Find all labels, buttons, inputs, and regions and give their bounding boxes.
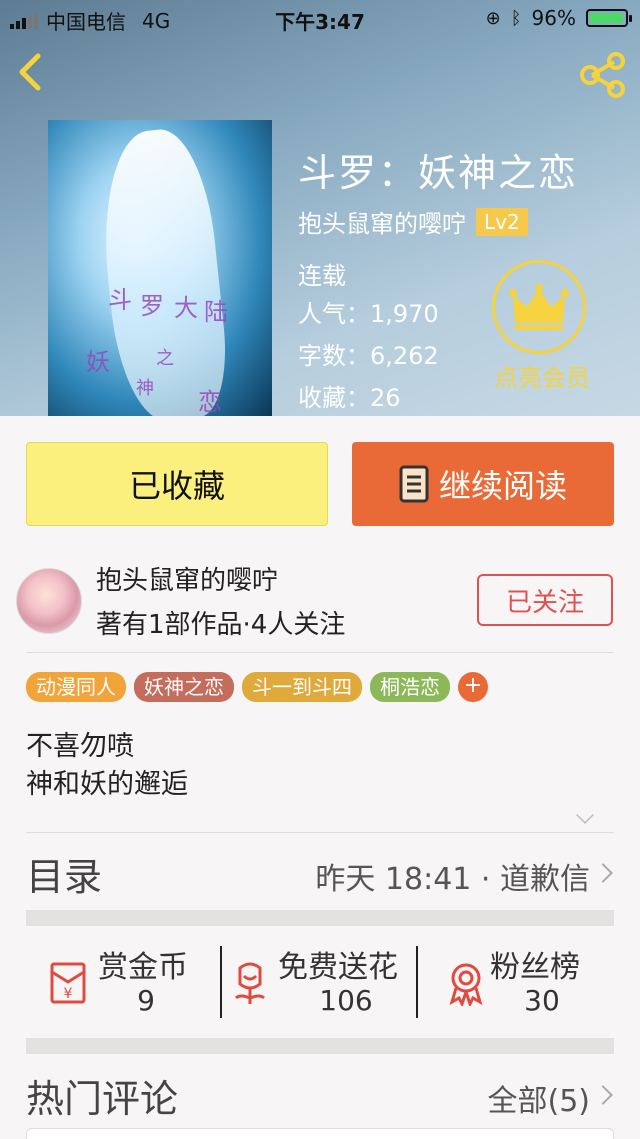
- free-flowers-label: 免费送花: [278, 950, 398, 985]
- book-icon: [399, 465, 429, 503]
- table-of-contents-row[interactable]: 目录 昨天 18:41 · 道歉信: [26, 846, 614, 902]
- free-flowers-value: 106: [319, 984, 373, 1017]
- free-flowers[interactable]: 免费送花 106: [222, 928, 416, 1026]
- book-title: 斗罗：妖神之恋: [298, 151, 579, 195]
- reader-support-stats: ¥ 赏金币 9 免费送花 106 粉丝榜 30: [26, 928, 614, 1026]
- share-button[interactable]: [578, 52, 628, 98]
- tag-item[interactable]: 斗一到斗四: [242, 672, 362, 702]
- tag-list: 动漫同人 妖神之恋 斗一到斗四 桐浩恋 +: [26, 672, 488, 702]
- tag-item[interactable]: 动漫同人: [26, 672, 126, 702]
- follow-button[interactable]: 已关注: [477, 574, 613, 626]
- flower-icon: [234, 962, 266, 1004]
- author-card[interactable]: 抱头鼠窜的嘤咛 著有1部作品·4人关注 已关注: [0, 548, 640, 650]
- divider: [26, 832, 614, 833]
- fan-ranking[interactable]: 粉丝榜 30: [418, 928, 614, 1026]
- reward-coins[interactable]: ¥ 赏金币 9: [26, 928, 220, 1026]
- description-line: 神和妖的邂逅: [26, 769, 188, 800]
- cover-figure: [93, 125, 233, 416]
- status-bar: 中国电信 4G 下午3:47 ⊕ ᛒ 96%: [0, 0, 640, 36]
- toc-latest-chapter: 昨天 18:41 · 道歉信: [315, 862, 590, 897]
- cover-text-6: 神: [136, 378, 154, 399]
- hot-comments-title: 热门评论: [26, 1077, 179, 1121]
- orientation-lock-icon: ⊕: [485, 7, 501, 29]
- action-buttons: 已收藏 继续阅读: [26, 442, 614, 526]
- cover-text-7: 之: [156, 348, 174, 369]
- cover-text-2: 罗: [140, 292, 164, 320]
- comment-card: [26, 1128, 614, 1139]
- bluetooth-icon: ᛒ: [510, 7, 522, 29]
- avatar[interactable]: [16, 568, 82, 634]
- reward-coins-label: 赏金币: [98, 950, 188, 985]
- svg-text:¥: ¥: [64, 986, 73, 1002]
- battery-percent: 96%: [531, 6, 576, 30]
- continue-reading-button[interactable]: 继续阅读: [352, 442, 614, 526]
- book-description: 不喜勿喷 神和妖的邂逅: [26, 728, 188, 804]
- red-envelope-icon: ¥: [50, 962, 86, 1004]
- book-author[interactable]: 抱头鼠窜的嘤咛: [298, 204, 466, 239]
- author-stats: 著有1部作品·4人关注: [96, 610, 346, 640]
- cover-text-3: 大: [174, 294, 198, 322]
- divider: [26, 652, 614, 653]
- cover-text-5: 妖: [86, 348, 110, 376]
- all-comments-link[interactable]: 全部(5): [488, 1076, 591, 1120]
- book-cover[interactable]: 斗 罗 大 陆 妖 神 之 恋: [48, 120, 272, 416]
- back-button[interactable]: [14, 52, 54, 96]
- book-favorites: 收藏：26: [298, 384, 401, 412]
- book-author-line: 抱头鼠窜的嘤咛 Lv2: [298, 204, 528, 239]
- tag-item[interactable]: 桐浩恋: [370, 672, 450, 702]
- cover-text-8: 恋: [198, 388, 222, 416]
- book-word-count: 字数：6,262: [298, 342, 439, 370]
- add-tag-button[interactable]: +: [458, 672, 488, 702]
- hot-comments-header[interactable]: 热门评论 全部(5): [26, 1068, 614, 1121]
- author-name: 抱头鼠窜的嘤咛: [96, 566, 279, 596]
- chevron-right-icon: [593, 1085, 613, 1105]
- tag-item[interactable]: 妖神之恋: [134, 672, 234, 702]
- battery-icon: [586, 9, 632, 27]
- book-popularity: 人气：1,970: [298, 300, 439, 328]
- section-separator: [26, 1038, 614, 1054]
- medal-icon: [449, 963, 483, 1006]
- fan-ranking-label: 粉丝榜: [490, 950, 580, 985]
- toc-title: 目录: [26, 855, 103, 899]
- section-separator: [26, 910, 614, 926]
- chevron-left-icon: [19, 53, 41, 91]
- cover-text-1: 斗: [108, 286, 132, 314]
- book-status: 连载: [298, 262, 346, 290]
- share-icon: [580, 52, 625, 98]
- cover-text-4: 陆: [204, 298, 228, 326]
- chevron-down-icon[interactable]: [576, 806, 594, 824]
- vip-button[interactable]: 点亮会员: [486, 260, 598, 393]
- book-header: 中国电信 4G 下午3:47 ⊕ ᛒ 96% 斗 罗 大 陆 妖 神 之 恋 斗…: [0, 0, 640, 416]
- fan-ranking-value: 30: [524, 984, 560, 1017]
- reward-coins-value: 9: [137, 984, 155, 1017]
- favorited-button[interactable]: 已收藏: [26, 442, 328, 526]
- chevron-right-icon: [593, 863, 613, 883]
- crown-icon: [509, 284, 569, 330]
- vip-label: 点亮会员: [494, 364, 590, 392]
- description-line: 不喜勿喷: [26, 731, 134, 762]
- continue-reading-label: 继续阅读: [438, 467, 567, 505]
- author-level-badge: Lv2: [476, 207, 528, 236]
